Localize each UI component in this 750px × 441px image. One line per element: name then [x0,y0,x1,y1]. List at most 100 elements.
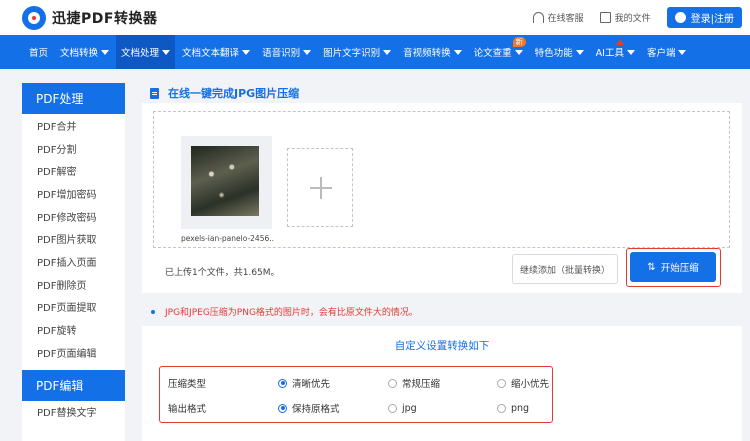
upload-summary: 已上传1个文件，共1.65M。 [165,268,280,278]
caret-down-icon [303,49,312,55]
output-format-row: 输出格式 保持原格式 jpg png [160,397,554,419]
file-dropzone[interactable]: pexels-ian-panelo-2456... [153,111,730,248]
radio-icon [497,378,506,388]
radio-icon [497,403,506,413]
nav-doc-process[interactable]: 文档处理 [116,35,176,69]
nav-doc-process-label: 文档处理 [121,48,160,59]
my-files-label: 我的文件 [614,14,651,24]
file-name: pexels-ian-panelo-2456... [181,234,274,243]
nav-home-label: 首页 [29,48,49,59]
page-title-text: 在线一键完成JPG图片压缩 [168,87,300,100]
my-files-link[interactable]: 我的文件 [599,11,651,24]
compression-note-text: JPG和JPEG压缩为PNG格式的图片时，会有比原文件大的情况。 [165,308,418,318]
radio-label: 清晰优先 [292,379,331,390]
sidebar-item-change-password[interactable]: PDF修改密码 [22,205,125,228]
brand-logo[interactable]: 迅捷PDF转换器 [22,5,158,30]
document-icon [150,87,159,99]
header-actions: 在线客服 我的文件 登录|注册 [532,0,742,35]
nav-translate[interactable]: 文档文本翻译 [177,35,255,69]
nav-doc-convert-label: 文档转换 [60,48,99,59]
radio-size-first[interactable]: 缩小优先 [497,376,549,390]
sidebar-item-split[interactable]: PDF分割 [22,137,125,160]
file-thumbnail[interactable] [181,136,272,229]
radio-label: 常规压缩 [402,379,441,390]
sidebar-item-insert-page[interactable]: PDF插入页面 [22,250,125,273]
user-icon [674,12,686,23]
sidebar-item-extract-page[interactable]: PDF页面提取 [22,296,125,319]
sidebar-item-replace-text[interactable]: PDF替换文字 [22,401,125,424]
compress-type-label: 压缩类型 [168,379,207,390]
logo-icon [22,5,46,30]
radio-jpg[interactable]: jpg [388,403,417,414]
caret-down-icon [453,49,462,55]
nav-doc-convert[interactable]: 文档转换 [55,35,114,69]
radio-icon [388,403,397,413]
nav-features-label: 特色功能 [534,48,573,59]
caret-down-icon [383,49,392,55]
sidebar-section-pdf-process: PDF处理 [22,83,125,114]
nav-speech[interactable]: 语音识别 [257,35,316,69]
nav-client[interactable]: 客户端 [642,35,692,69]
nav-features[interactable]: 特色功能 [530,35,589,69]
radio-keep-format[interactable]: 保持原格式 [278,401,340,415]
headset-icon [532,12,544,23]
settings-panel: 自定义设置转换如下 压缩类型 清晰优先 常规压缩 缩小优先 输出格式 保持原格式… [142,326,742,441]
caret-down-icon [242,49,251,55]
start-compress-button[interactable]: ⇅ 开始压缩 [630,252,716,282]
compress-type-row: 压缩类型 清晰优先 常规压缩 缩小优先 [160,372,554,394]
main-nav: 首页 文档转换 文档处理 文档文本翻译 语音识别 图片文字识别 音视频转换 论文… [0,35,750,69]
sidebar-item-merge[interactable]: PDF合并 [22,114,125,137]
hot-arrow-icon [615,39,624,45]
caret-down-icon [626,49,635,55]
nav-translate-label: 文档文本翻译 [182,48,240,59]
login-register-label: 登录|注册 [690,14,734,25]
radio-label: 保持原格式 [292,404,340,415]
nav-speech-label: 语音识别 [262,48,301,59]
nav-av-convert-label: 音视频转换 [403,48,451,59]
caret-down-icon [575,49,584,55]
output-format-label: 输出格式 [168,404,207,415]
radio-selected-icon [278,403,287,413]
nav-home[interactable]: 首页 [24,35,53,69]
caret-down-icon [162,49,171,55]
settings-title: 自定义设置转换如下 [394,340,490,352]
radio-icon [388,378,397,388]
sidebar-item-edit-page[interactable]: PDF页面编辑 [22,341,125,364]
continue-add-button[interactable]: 继续添加（批量转换） [512,254,618,284]
new-badge: 新 [512,37,526,47]
add-file-button[interactable] [287,148,353,227]
radio-selected-icon [278,378,287,388]
nav-plagiarism-label: 论文查重 [473,48,512,59]
radio-normal-compress[interactable]: 常规压缩 [388,376,440,390]
sidebar-section-pdf-edit: PDF编辑 [22,369,125,401]
start-compress-label: 开始压缩 [660,263,699,274]
swap-icon: ⇅ [647,261,656,273]
sidebar-item-delete-page[interactable]: PDF删除页 [22,273,125,296]
radio-clarity-first[interactable]: 清晰优先 [278,376,330,390]
sidebar-item-add-password[interactable]: PDF增加密码 [22,182,125,205]
sidebar: PDF处理 PDF合并 PDF分割 PDF解密 PDF增加密码 PDF修改密码 … [22,83,125,441]
radio-png[interactable]: png [497,403,529,414]
online-service-link[interactable]: 在线客服 [532,11,584,24]
caret-down-icon [678,49,687,55]
sidebar-item-rotate[interactable]: PDF旋转 [22,318,125,341]
radio-label: 缩小优先 [511,379,550,390]
online-service-label: 在线客服 [547,14,584,24]
nav-plagiarism[interactable]: 论文查重新 [469,35,528,69]
radio-label: jpg [402,402,417,414]
page-title: 在线一键完成JPG图片压缩 [150,85,299,101]
upload-panel: pexels-ian-panelo-2456... 已上传1个文件，共1.65M… [142,103,742,293]
sidebar-item-decrypt[interactable]: PDF解密 [22,159,125,182]
nav-client-label: 客户端 [646,48,676,59]
sidebar-item-extract-images[interactable]: PDF图片获取 [22,227,125,250]
nav-av-convert[interactable]: 音视频转换 [398,35,467,69]
nav-ocr[interactable]: 图片文字识别 [318,35,396,69]
brand-name: 迅捷PDF转换器 [52,10,158,27]
caret-down-icon [101,49,110,55]
login-register-button[interactable]: 登录|注册 [666,7,742,28]
nav-ocr-label: 图片文字识别 [323,48,381,59]
caret-down-icon [514,49,523,55]
nav-ai-tools[interactable]: AI工具 [591,35,640,69]
nav-ai-tools-label: AI工具 [595,48,624,59]
radio-label: png [511,402,530,414]
